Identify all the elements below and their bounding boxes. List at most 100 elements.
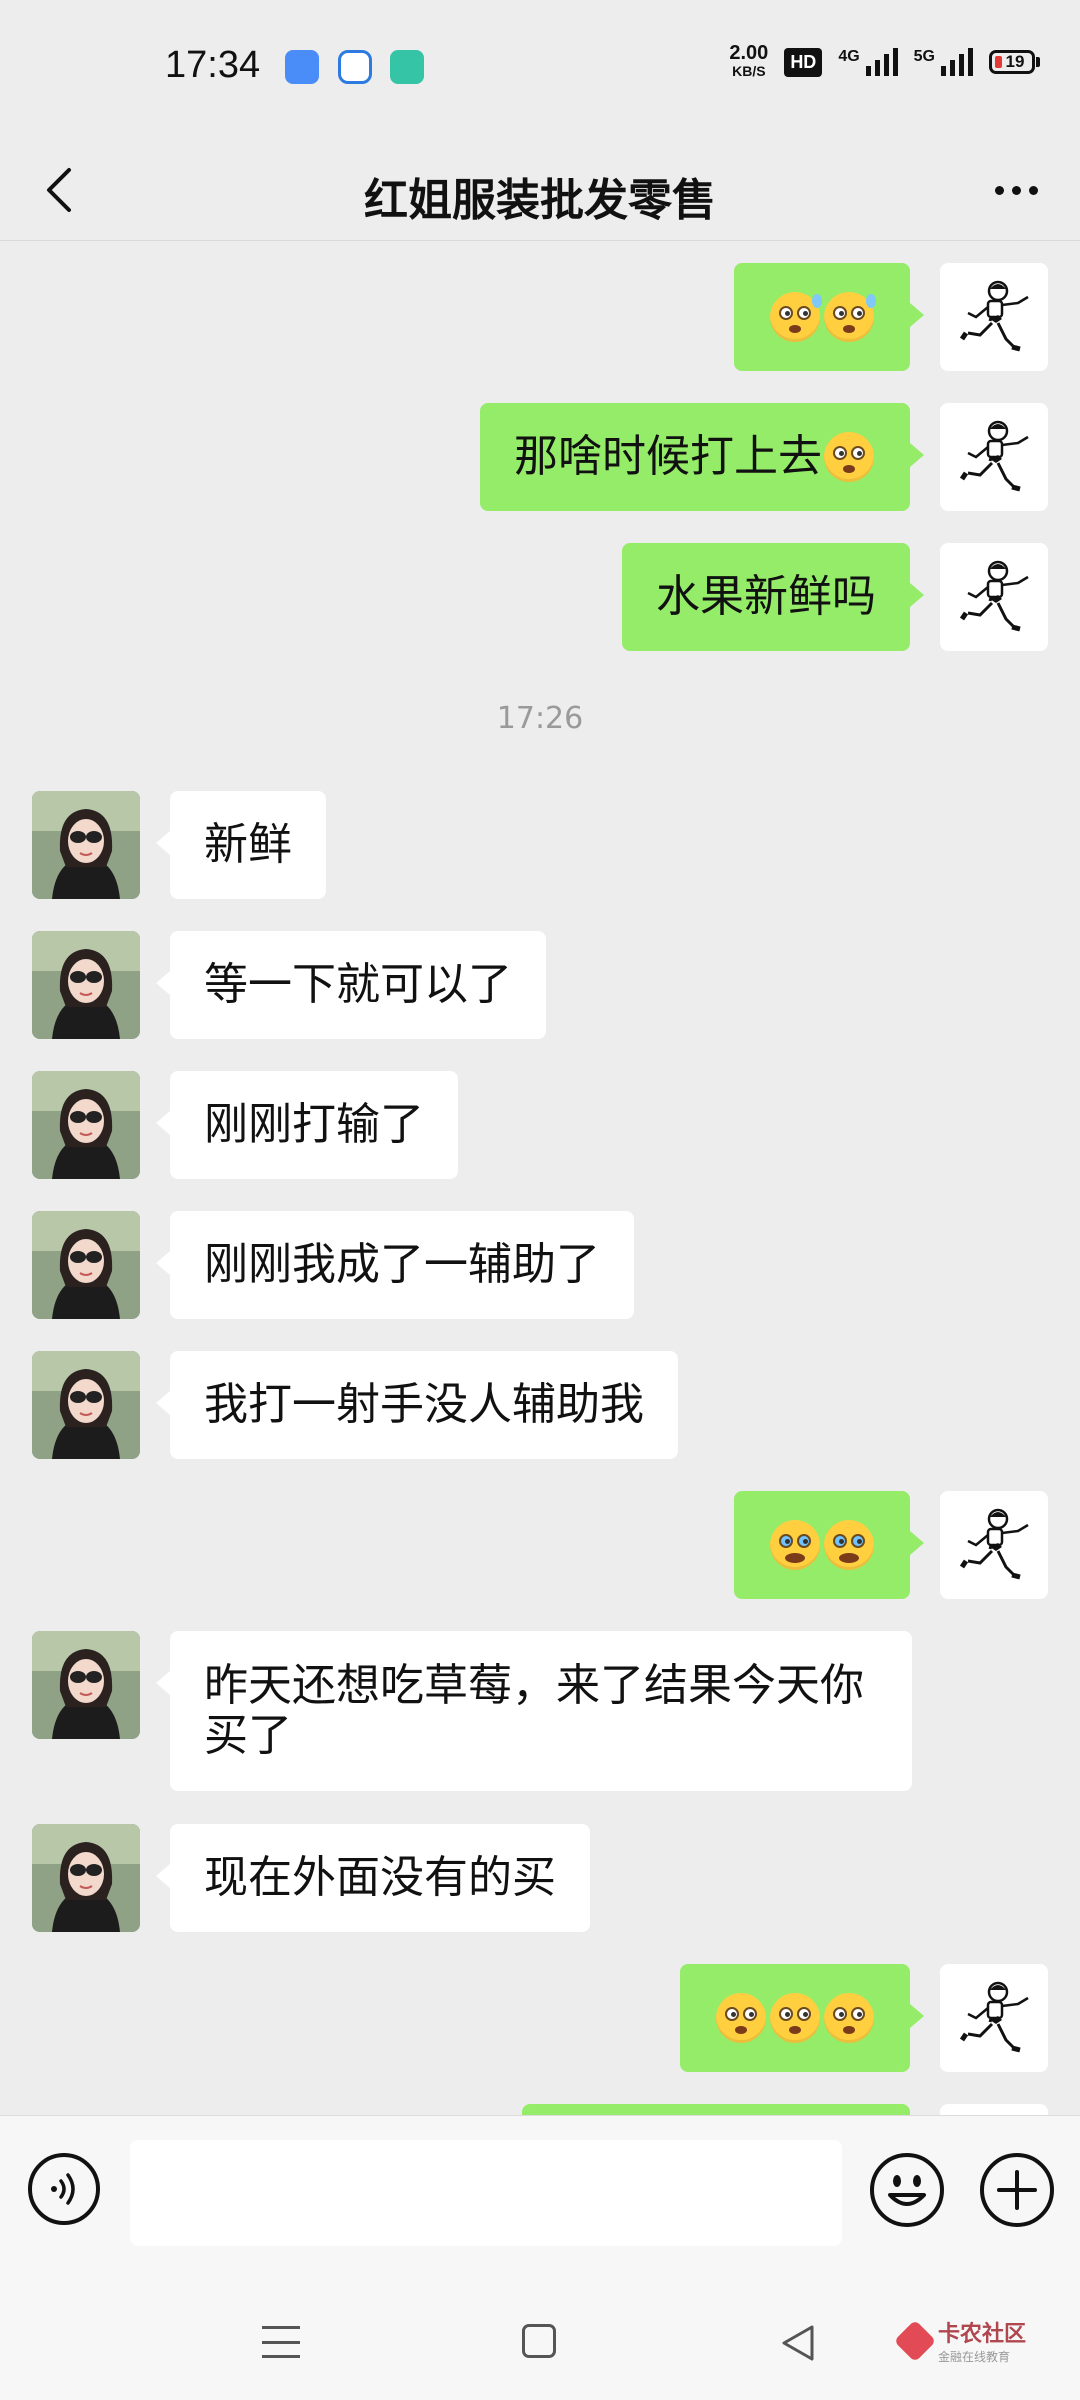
recent-apps-button[interactable] <box>262 2326 300 2358</box>
message-bubble[interactable]: 那啥时候打上去 <box>480 403 924 511</box>
emoji-button[interactable] <box>870 2153 944 2227</box>
smile-icon <box>888 2175 926 2206</box>
more-options-button[interactable] <box>986 170 1046 210</box>
emoji-cry-icon <box>770 1520 820 1570</box>
message-bubble[interactable]: 等一下就可以了 <box>156 931 546 1039</box>
contact-avatar-icon <box>32 1351 140 1459</box>
network-speed-value: 2.00 <box>729 42 769 64</box>
message-input[interactable] <box>130 2140 842 2246</box>
message-bubble[interactable]: 昨天还想吃草莓，来了结果今天你买了 <box>156 1631 912 1791</box>
incoming-message: 昨天还想吃草莓，来了结果今天你买了 <box>0 1631 1080 1791</box>
chat-title: 红姐服装批发零售 <box>364 175 716 226</box>
input-bar <box>0 2115 1080 2281</box>
signal-icon: 5G <box>914 48 973 76</box>
voice-input-button[interactable] <box>28 2153 100 2225</box>
home-button[interactable] <box>522 2324 556 2358</box>
contact-avatar-icon <box>32 1071 140 1179</box>
incoming-message: 现在外面没有的买 <box>0 1824 1080 1932</box>
contact-avatar-icon <box>32 1824 140 1932</box>
contact-avatar[interactable] <box>32 1071 140 1179</box>
runner-avatar-icon <box>959 280 1029 352</box>
emoji-cry-icon <box>824 1520 874 1570</box>
message-bubble[interactable] <box>734 263 924 371</box>
message-text: 等一下就可以了 <box>204 959 512 1010</box>
emoji-flushed-icon <box>770 1993 820 2043</box>
signal-icon: 4G <box>838 48 898 76</box>
outgoing-message: 水果新鲜吗 <box>0 543 1080 651</box>
emoji-flushed-icon <box>824 432 874 482</box>
emoji-sweat-icon <box>770 292 822 342</box>
contact-avatar[interactable] <box>32 1351 140 1459</box>
watermark-logo: 卡农社区 金融在线教育 <box>893 2316 1027 2365</box>
incoming-message: 我打一射手没人辅助我 <box>0 1351 1080 1459</box>
runner-avatar-icon <box>959 1508 1029 1580</box>
emoji-flushed-icon <box>716 1993 766 2043</box>
message-bubble[interactable]: 新鲜 <box>156 791 326 899</box>
watermark-title: 卡农社区 <box>938 2322 1027 2347</box>
message-bubble[interactable] <box>734 1491 924 1599</box>
message-bubble-partial <box>522 2104 910 2115</box>
logo-mark-icon <box>893 2319 937 2362</box>
network-type-label: 5G <box>913 48 935 65</box>
message-bubble[interactable] <box>680 1964 924 2072</box>
chat-header: 红姐服装批发零售 <box>0 140 1080 241</box>
battery-icon: 19 <box>989 50 1040 74</box>
message-text: 昨天还想吃草莓，来了结果今天你买了 <box>204 1660 864 1761</box>
message-text: 刚刚打输了 <box>204 1099 424 1150</box>
network-speed-unit: KB/S <box>732 63 766 79</box>
battery-level: 19 <box>1005 52 1025 71</box>
contact-avatar[interactable] <box>32 931 140 1039</box>
contact-avatar[interactable] <box>32 1824 140 1932</box>
incoming-message: 等一下就可以了 <box>0 931 1080 1039</box>
message-text: 我打一射手没人辅助我 <box>204 1379 644 1430</box>
my-avatar[interactable] <box>940 1964 1048 2072</box>
clock: 17:34 <box>165 44 261 86</box>
contact-avatar[interactable] <box>32 1631 140 1739</box>
outgoing-message <box>0 1491 1080 1599</box>
runner-avatar-icon <box>959 420 1029 492</box>
message-bubble[interactable]: 水果新鲜吗 <box>622 543 924 651</box>
my-avatar[interactable] <box>940 263 1048 371</box>
timestamp: 17:26 <box>496 701 584 736</box>
outgoing-message: 那啥时候打上去 <box>0 403 1080 511</box>
system-nav-bar: 卡农社区 金融在线教育 <box>0 2280 1080 2400</box>
message-text: 现在外面没有的买 <box>204 1852 556 1903</box>
runner-avatar-icon <box>959 1981 1029 2053</box>
message-text: 水果新鲜吗 <box>656 571 876 622</box>
incoming-message: 刚刚打输了 <box>0 1071 1080 1179</box>
app-notification-icon <box>338 50 372 84</box>
voice-icon <box>51 2173 75 2205</box>
emoji-flushed-icon <box>824 1993 874 2043</box>
message-bubble[interactable]: 刚刚打输了 <box>156 1071 458 1179</box>
my-avatar-partial <box>940 2104 1048 2115</box>
message-text: 新鲜 <box>204 819 292 870</box>
outgoing-message <box>0 263 1080 371</box>
emoji-sweat-icon <box>824 292 876 342</box>
contact-avatar-icon <box>32 1631 140 1739</box>
message-bubble[interactable]: 我打一射手没人辅助我 <box>156 1351 678 1459</box>
message-list[interactable]: 那啥时候打上去水果新鲜吗 17:26 新鲜等一下就可以了 刚刚打输了刚刚我成了一辅助了… <box>0 241 1080 2115</box>
plus-icon <box>997 2170 1037 2210</box>
app-notification-icon <box>285 50 319 84</box>
more-functions-button[interactable] <box>980 2153 1054 2227</box>
my-avatar[interactable] <box>940 403 1048 511</box>
incoming-message: 刚刚我成了一辅助了 <box>0 1211 1080 1319</box>
message-text: 刚刚我成了一辅助了 <box>204 1239 600 1290</box>
contact-avatar-icon <box>32 791 140 899</box>
contact-avatar[interactable] <box>32 1211 140 1319</box>
contact-avatar-icon <box>32 931 140 1039</box>
contact-avatar-icon <box>32 1211 140 1319</box>
my-avatar[interactable] <box>940 1491 1048 1599</box>
message-bubble[interactable]: 现在外面没有的买 <box>156 1824 590 1932</box>
network-speed: 2.00 KB/S <box>729 42 769 80</box>
status-bar: 17:34 2.00 KB/S HD 4G 5G 19 <box>0 0 1080 140</box>
runner-avatar-icon <box>959 560 1029 632</box>
outgoing-message <box>0 1964 1080 2072</box>
contact-avatar[interactable] <box>32 791 140 899</box>
nav-back-icon[interactable] <box>780 2324 816 2362</box>
app-notification-icon <box>390 50 424 84</box>
message-bubble[interactable]: 刚刚我成了一辅助了 <box>156 1211 634 1319</box>
network-type-label: 4G <box>838 48 860 65</box>
watermark-subtitle: 金融在线教育 <box>938 2350 1011 2364</box>
my-avatar[interactable] <box>940 543 1048 651</box>
